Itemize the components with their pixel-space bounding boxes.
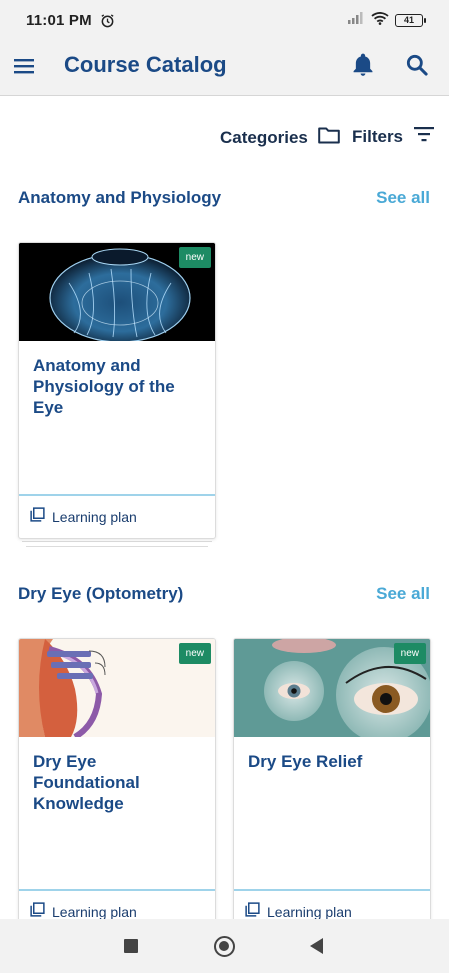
see-all-link-dry-eye[interactable]: See all [376,584,430,604]
page-title: Course Catalog [64,52,227,77]
battery-icon: 41 [395,13,426,27]
wifi-icon [371,11,389,30]
course-card[interactable]: new Dry Eye Relief Learning plan [233,638,431,934]
course-card[interactable]: new Dry Eye Foundational Knowledge Learn… [18,638,216,934]
categories-button[interactable]: Categories [220,126,340,149]
filter-icon [413,126,435,147]
search-icon[interactable] [404,52,430,78]
status-time: 11:01 PM [26,11,92,29]
course-type-label: Learning plan [52,509,137,525]
home-icon[interactable] [214,936,235,957]
filters-button[interactable]: Filters [352,126,435,147]
categories-label: Categories [220,127,308,147]
system-nav-bar [0,919,449,973]
course-card[interactable]: new Anatomy and Physiology of the Eye Le… [18,242,216,539]
back-icon[interactable] [310,938,323,954]
filters-label: Filters [352,126,404,146]
course-thumbnail-dry-eye-foundations: new [19,639,215,737]
alarm-icon [100,13,115,28]
course-title: Dry Eye Relief [248,752,363,771]
status-icons: 41 [347,11,426,30]
course-thumbnail-eye-anatomy: new [19,243,215,341]
course-type-label: Learning plan [267,904,352,920]
section-title-dry-eye: Dry Eye (Optometry) [18,584,184,603]
course-title: Anatomy and Physiology of the Eye [33,356,175,417]
course-thumbnail-dry-eye-relief: new [234,639,430,737]
course-type-label: Learning plan [52,904,137,920]
new-badge: new [178,643,211,664]
new-badge: new [393,643,426,664]
status-bar: 11:01 PM 41 [0,0,449,40]
catalog-toolbar: Categories Filters [0,120,449,156]
bell-icon[interactable] [350,52,376,78]
see-all-link-anatomy[interactable]: See all [376,188,430,208]
card-footer: Learning plan [19,494,215,538]
new-badge: new [178,247,211,268]
recent-apps-icon[interactable] [124,939,138,953]
course-title: Dry Eye Foundational Knowledge [33,752,140,813]
learning-plan-icon [30,507,45,527]
app-bar: Course Catalog [0,40,449,96]
card-stack-edge [26,546,208,547]
folder-icon [318,126,340,149]
card-stack-edge [22,541,212,542]
menu-icon[interactable] [12,54,36,78]
signal-icon [347,11,365,29]
section-title-anatomy: Anatomy and Physiology [18,188,222,207]
